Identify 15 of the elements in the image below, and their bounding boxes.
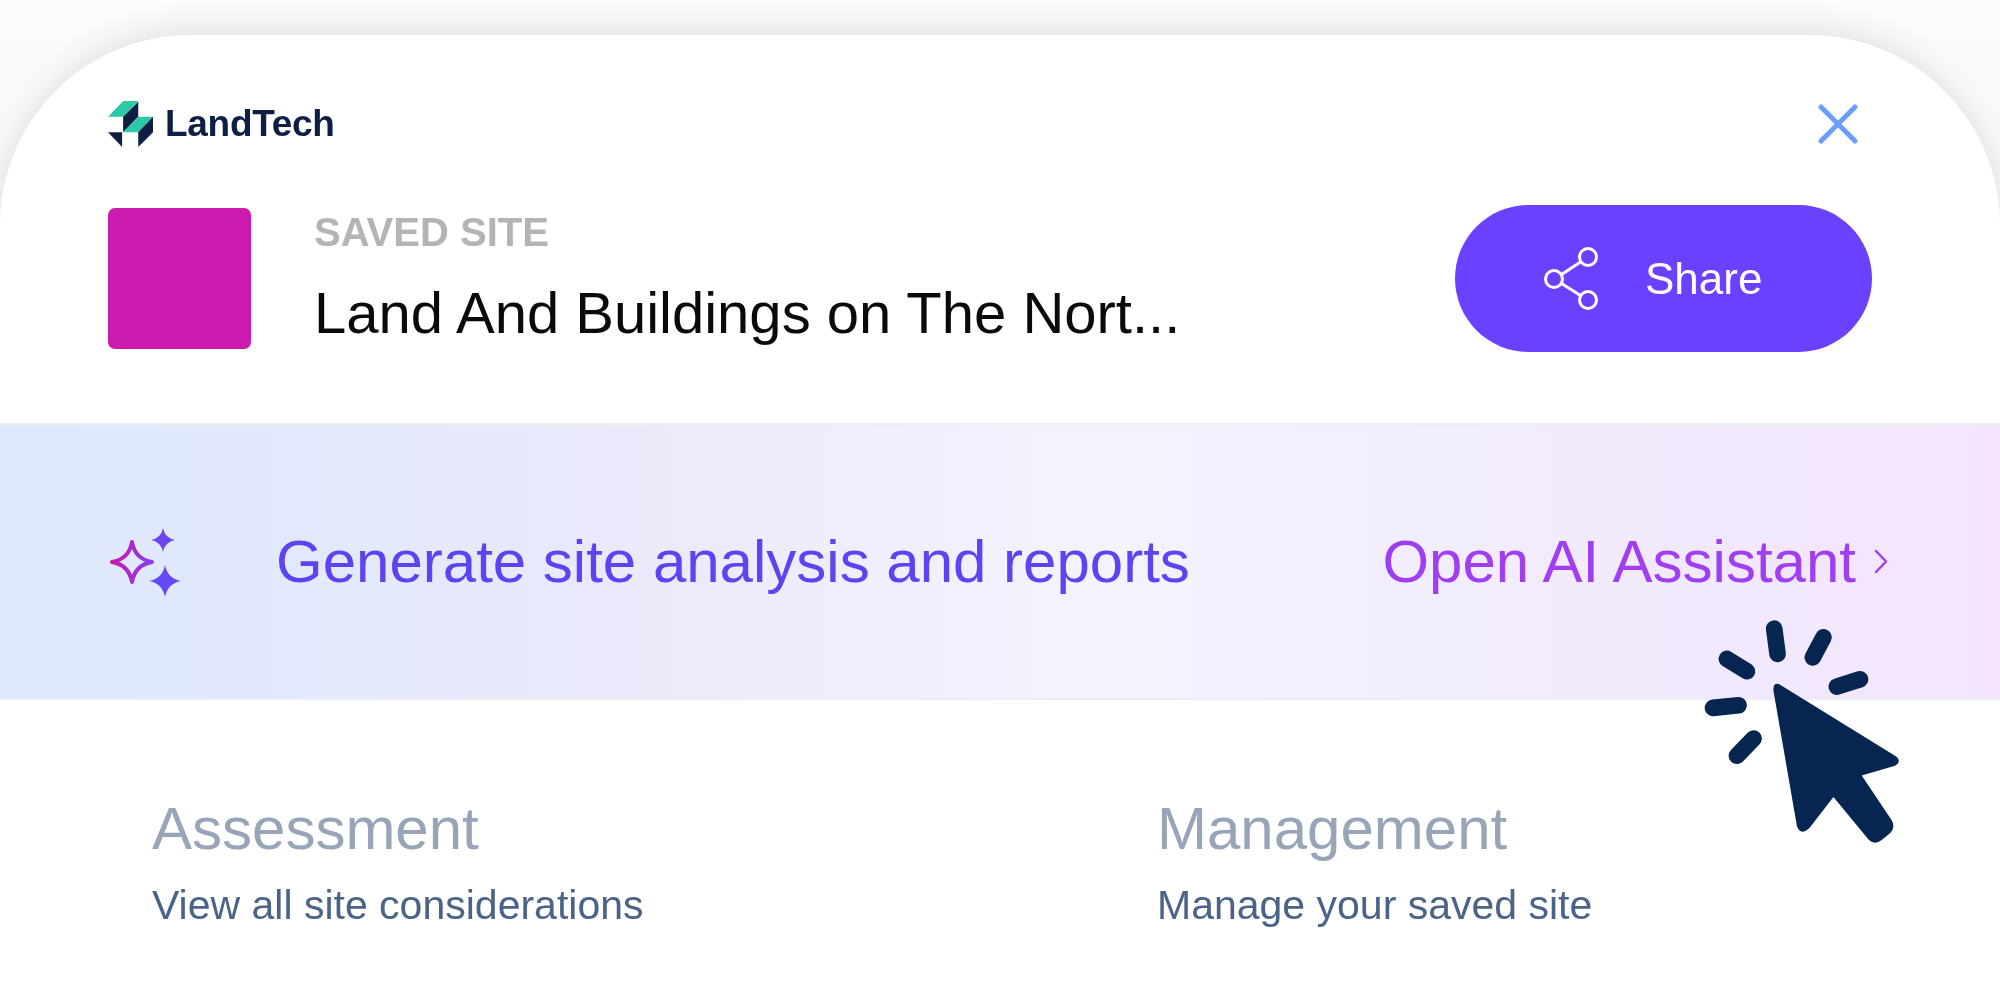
close-icon (1818, 104, 1858, 144)
section-description: Manage your saved site (1157, 881, 1593, 930)
chevron-right-icon (1874, 549, 1888, 574)
close-button[interactable] (1818, 104, 1858, 144)
saved-site-label: SAVED SITE (314, 209, 550, 255)
section-description: View all site considerations (152, 881, 644, 930)
section-title[interactable]: Management (1157, 793, 1508, 865)
section-title[interactable]: Assessment (152, 793, 479, 865)
banner-text: Generate site analysis and reports (276, 527, 1190, 596)
share-icon (1543, 246, 1600, 311)
logo-text: LandTech (165, 103, 335, 145)
logo-mark-icon (108, 101, 153, 147)
site-name: Land And Buildings on The Nort... (314, 279, 1181, 347)
open-assistant-link[interactable]: Open AI Assistant (1382, 527, 1888, 596)
share-button[interactable]: Share (1455, 205, 1872, 352)
